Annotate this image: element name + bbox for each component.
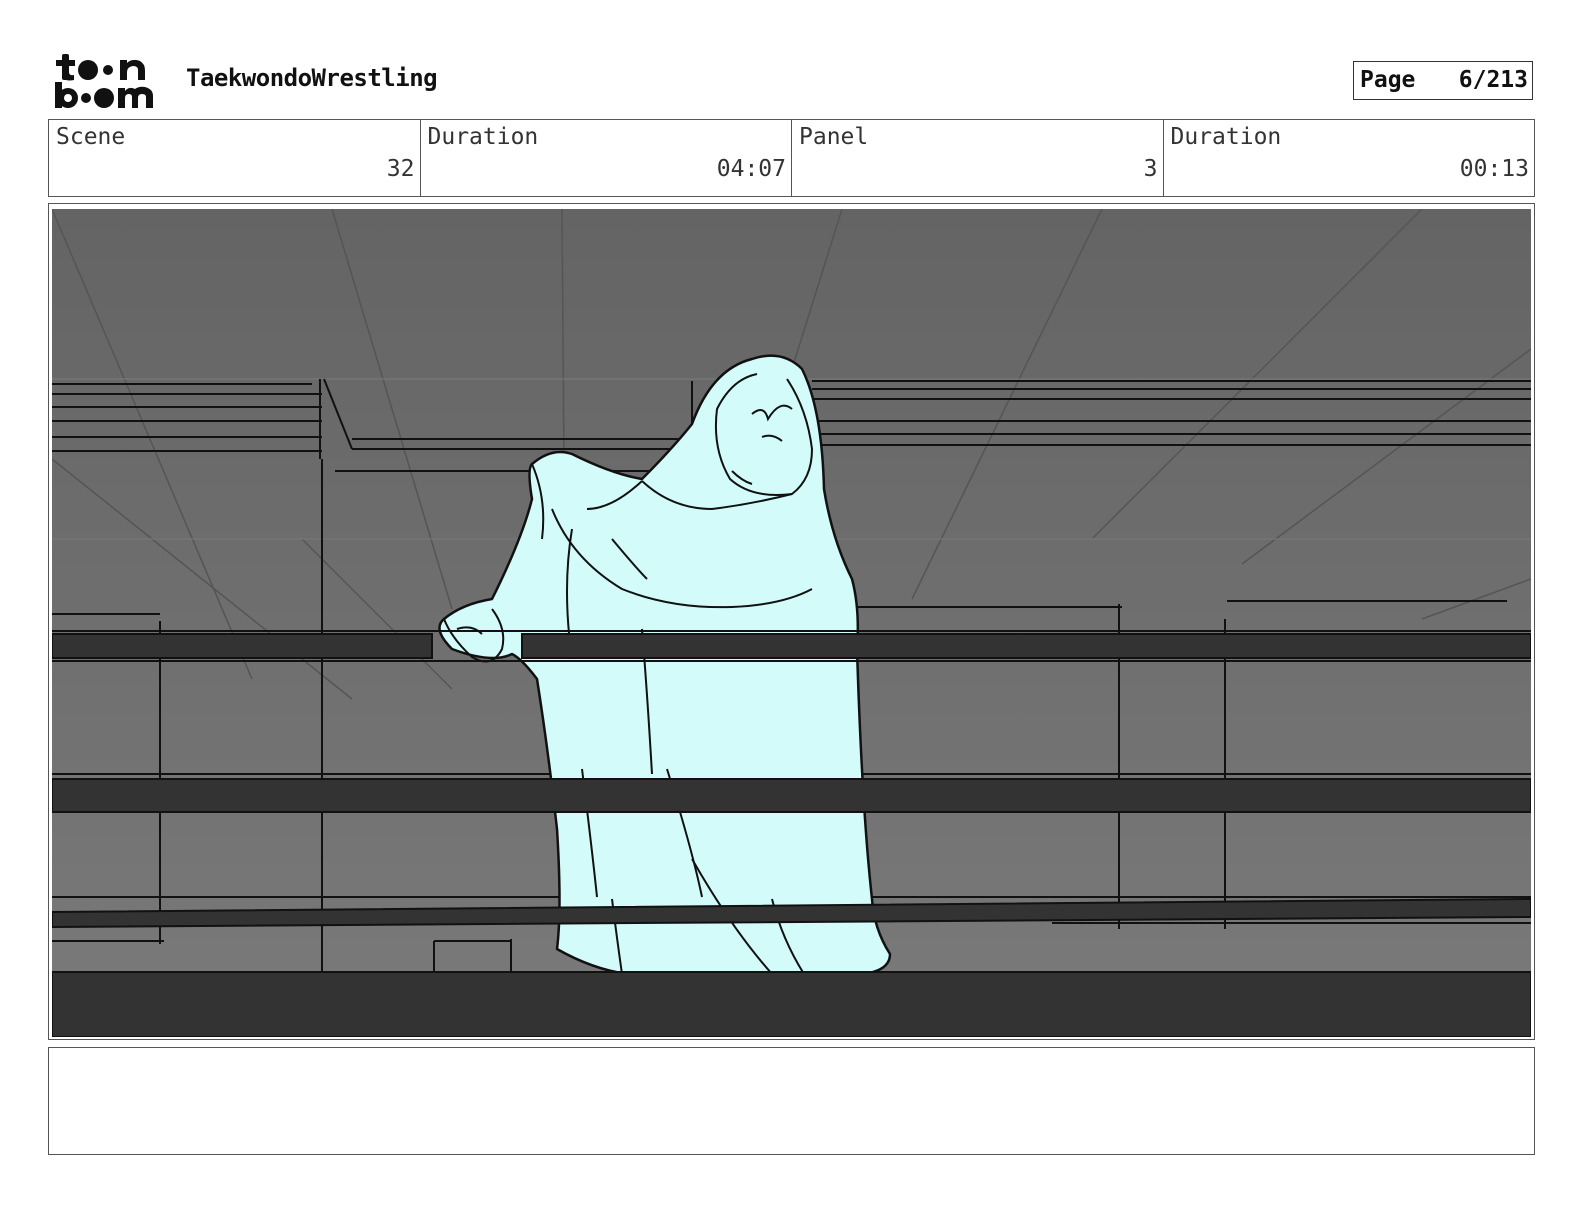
panel-label: Panel [799, 124, 869, 150]
scene-duration-cell: Duration 04:07 [421, 120, 792, 196]
panel-info-row: Scene 32 Duration 04:07 Panel 3 Duration… [48, 119, 1535, 197]
storyboard-panel-image [52, 209, 1531, 1037]
panel-value: 3 [1143, 156, 1158, 182]
panel-cell: Panel 3 [792, 120, 1164, 196]
panel-duration-cell: Duration 00:13 [1164, 120, 1535, 196]
panel-duration-label: Duration [1170, 124, 1282, 150]
scene-duration-value: 04:07 [716, 156, 786, 182]
page-indicator: Page 6/213 [1353, 61, 1533, 100]
scene-duration-label: Duration [427, 124, 539, 150]
panel-notes-box [48, 1047, 1535, 1155]
panel-duration-value: 00:13 [1459, 156, 1529, 182]
scene-cell: Scene 32 [49, 120, 421, 196]
scene-label: Scene [56, 124, 126, 150]
scene-value: 32 [386, 156, 415, 182]
project-title: TaekwondoWrestling [186, 64, 438, 92]
toon-boom-logo [55, 54, 153, 108]
page-label: Page [1360, 67, 1416, 93]
page-number: 6/213 [1458, 67, 1528, 93]
